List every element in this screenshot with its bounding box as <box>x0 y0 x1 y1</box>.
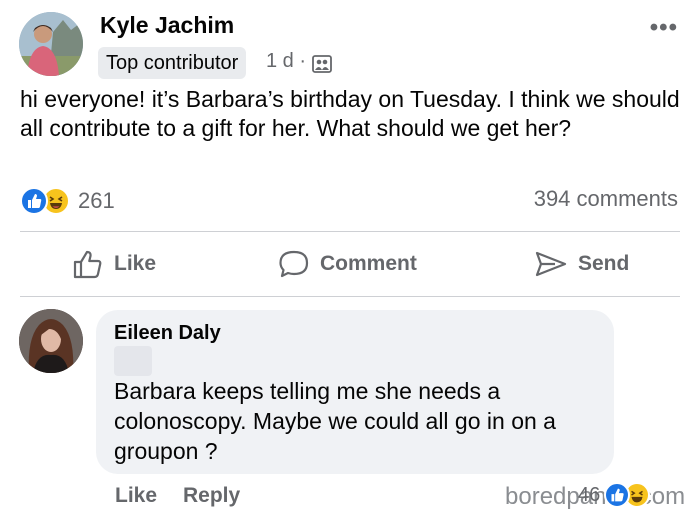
top-contributor-badge: Top contributor <box>98 47 247 79</box>
like-label: Like <box>114 252 157 275</box>
comment-label: Comment <box>320 252 417 275</box>
send-icon <box>535 251 567 277</box>
commenter-name[interactable]: Eileen Daly <box>114 322 221 345</box>
comment-reaction-count: 46 <box>578 483 601 506</box>
reaction-summary[interactable]: 261 <box>20 186 115 216</box>
author-name[interactable]: Kyle Jachim <box>100 12 234 39</box>
post-time[interactable]: 1 d <box>266 50 294 72</box>
comment-reaction-summary[interactable]: 46 <box>578 482 651 508</box>
divider <box>20 296 680 297</box>
comment-button[interactable]: Comment <box>278 244 417 284</box>
thumbs-up-icon <box>73 250 102 279</box>
post-timestamp[interactable]: 1 d · <box>266 50 306 73</box>
author-avatar[interactable] <box>19 12 83 76</box>
commenter-avatar[interactable] <box>19 309 83 373</box>
comment-like-button[interactable]: Like <box>115 484 157 508</box>
divider <box>20 231 680 232</box>
reaction-count: 261 <box>78 188 115 213</box>
comments-count[interactable]: 394 comments <box>534 186 678 212</box>
like-reaction-icon <box>604 482 631 508</box>
comment-text: Barbara keeps telling me she needs a col… <box>114 378 556 464</box>
comment-reply-button[interactable]: Reply <box>183 484 240 508</box>
ellipsis-icon[interactable]: ••• <box>650 14 678 42</box>
badge-placeholder <box>114 346 152 376</box>
post-text: hi everyone! it’s Barbara’s birthday on … <box>20 86 680 141</box>
comment-icon <box>279 250 309 278</box>
send-label: Send <box>578 252 630 275</box>
meta-separator: · <box>299 50 307 72</box>
like-button[interactable]: Like <box>72 244 156 284</box>
send-button[interactable]: Send <box>534 244 629 284</box>
like-reaction-icon <box>20 187 48 215</box>
group-icon <box>312 55 332 73</box>
